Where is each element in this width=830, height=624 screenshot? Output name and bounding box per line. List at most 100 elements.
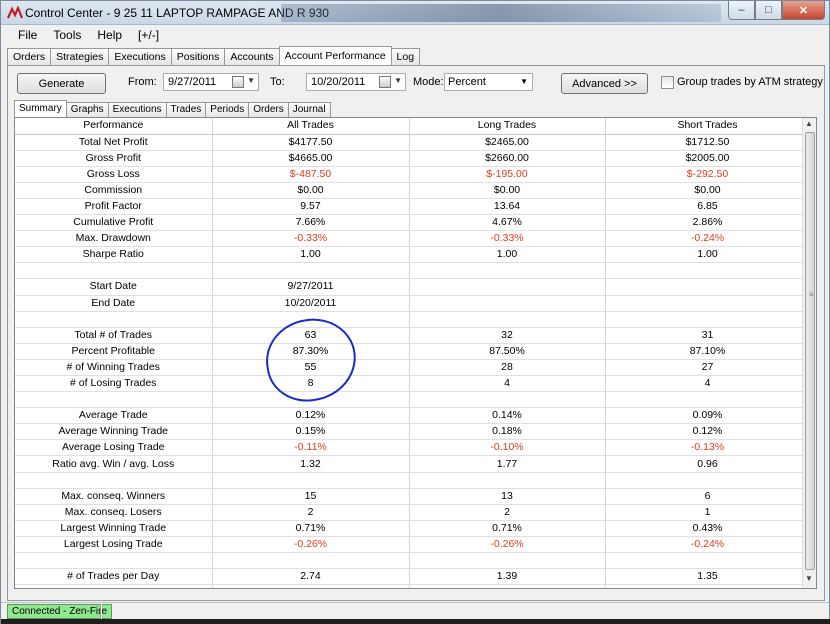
table-row[interactable]	[15, 472, 811, 489]
value-cell-long	[409, 262, 606, 280]
value-cell-long: 0.71%	[409, 520, 606, 537]
tab-accounts[interactable]: Accounts	[224, 48, 280, 65]
table-row[interactable]: Commission $0.00 $0.00 $0.00	[15, 182, 811, 199]
table-row[interactable]	[15, 584, 811, 588]
value-cell-long: 2	[409, 504, 606, 521]
value-cell-all: 2.74	[212, 568, 410, 586]
table-row[interactable]: # of Losing Trades 8 4 4	[15, 375, 811, 393]
calendar-icon[interactable]	[232, 76, 244, 88]
row-label-cell: Commission	[15, 182, 213, 199]
table-row[interactable]: Gross Profit $4665.00 $2660.00 $2005.00	[15, 150, 811, 167]
value-cell-all: 8	[212, 375, 410, 393]
table-row[interactable]: Profit Factor 9.57 13.64 6.85	[15, 198, 811, 216]
tab-log[interactable]: Log	[390, 48, 421, 65]
table-row[interactable]: Average Winning Trade 0.15% 0.18% 0.12%	[15, 423, 811, 441]
value-cell-long	[409, 311, 606, 328]
value-cell-long: $-195.00	[409, 166, 606, 183]
header-performance[interactable]: Performance	[15, 118, 213, 135]
scrollbar-thumb[interactable]: ≡	[805, 132, 815, 570]
value-cell-long: 13	[409, 488, 606, 505]
table-row[interactable]: Average Trade 0.12% 0.14% 0.09%	[15, 407, 811, 425]
tab-orders[interactable]: Orders	[7, 48, 52, 65]
row-label-cell: Largest Winning Trade	[15, 520, 213, 537]
tab-trades[interactable]: Trades	[165, 102, 207, 117]
value-cell-short	[605, 472, 811, 489]
tab-periods[interactable]: Periods	[205, 102, 250, 117]
header-short-trades[interactable]: Short Trades	[605, 118, 811, 135]
value-cell-long	[409, 472, 606, 489]
group-trades-checkbox[interactable]	[661, 76, 674, 89]
table-row[interactable]: Percent Profitable 87.30% 87.50% 87.10%	[15, 343, 811, 360]
minimize-button[interactable]: ‒	[728, 1, 755, 20]
menu-help[interactable]: Help	[90, 25, 131, 45]
header-long-trades[interactable]: Long Trades	[409, 118, 606, 135]
table-row[interactable]: Largest Losing Trade -0.26% -0.26% -0.24%	[15, 536, 811, 554]
tab-graphs[interactable]: Graphs	[65, 102, 109, 117]
tab-journal[interactable]: Journal	[287, 102, 331, 117]
from-date-picker[interactable]: 9/27/2011 ▼	[163, 73, 259, 91]
table-row[interactable]: Sharpe Ratio 1.00 1.00 1.00	[15, 246, 811, 264]
calendar-icon[interactable]	[379, 76, 391, 88]
value-cell-all	[212, 552, 410, 570]
table-row[interactable]: Max. conseq. Losers 2 2 1	[15, 504, 811, 521]
title-bar[interactable]: Control Center - 9 25 11 LAPTOP RAMPAGE …	[1, 1, 829, 25]
value-cell-short: 4	[605, 375, 811, 393]
table-row[interactable]: # of Winning Trades 55 28 27	[15, 359, 811, 377]
table-row[interactable]: Largest Winning Trade 0.71% 0.71% 0.43%	[15, 520, 811, 537]
chevron-down-icon[interactable]: ▼	[247, 76, 255, 85]
table-row[interactable]: Gross Loss $-487.50 $-195.00 $-292.50	[15, 166, 811, 183]
maximize-button[interactable]: □	[755, 1, 782, 20]
table-row[interactable]: Total # of Trades 63 32 31	[15, 327, 811, 344]
performance-grid[interactable]: Performance All Trades Long Trades Short…	[14, 117, 817, 589]
value-cell-long: $2465.00	[409, 134, 606, 151]
tab-strategies[interactable]: Strategies	[50, 48, 110, 65]
vertical-scrollbar[interactable]: ▲ ≡ ▼	[802, 118, 816, 588]
generate-button[interactable]: Generate	[17, 73, 106, 94]
row-label-cell: Average Winning Trade	[15, 423, 213, 441]
table-row[interactable]: Cumulative Profit 7.66% 4.67% 2.86%	[15, 214, 811, 232]
table-row[interactable]: Max. conseq. Winners 15 13 6	[15, 488, 811, 505]
row-label-cell: Sharpe Ratio	[15, 246, 213, 264]
table-row[interactable]	[15, 311, 811, 328]
advanced-button[interactable]: Advanced >>	[561, 73, 648, 94]
table-row[interactable]: Total Net Profit $4177.50 $2465.00 $1712.50	[15, 134, 811, 151]
scroll-down-icon[interactable]: ▼	[805, 574, 813, 583]
value-cell-long: 1.39	[409, 568, 606, 586]
value-cell-all	[212, 311, 410, 328]
value-cell-short: 6.85	[605, 198, 811, 216]
tab-account-performance[interactable]: Account Performance	[278, 46, 392, 65]
value-cell-all	[212, 472, 410, 489]
header-all-trades[interactable]: All Trades	[212, 118, 410, 135]
row-label-cell: Gross Profit	[15, 150, 213, 167]
menu-expand-toggle[interactable]: [+/-]	[131, 25, 168, 45]
value-cell-long: -0.26%	[409, 536, 606, 554]
table-row[interactable]: End Date 10/20/2011	[15, 295, 811, 312]
table-row[interactable]	[15, 552, 811, 570]
tab-executions[interactable]: Executions	[107, 102, 167, 117]
menu-file[interactable]: File	[11, 25, 46, 45]
status-separator	[100, 604, 102, 619]
menu-tools[interactable]: Tools	[46, 25, 90, 45]
row-label-cell	[15, 472, 213, 489]
row-label-cell: Start Date	[15, 278, 213, 296]
table-row[interactable]: Start Date 9/27/2011	[15, 278, 811, 296]
table-row[interactable]: Max. Drawdown -0.33% -0.33% -0.24%	[15, 230, 811, 248]
tab-summary[interactable]: Summary	[14, 100, 67, 117]
scroll-up-icon[interactable]: ▲	[805, 119, 813, 128]
tab-executions[interactable]: Executions	[108, 48, 172, 65]
table-row[interactable]: Ratio avg. Win / avg. Loss 1.32 1.77 0.96	[15, 455, 811, 473]
to-date-picker[interactable]: 10/20/2011 ▼	[306, 73, 406, 91]
table-row[interactable]	[15, 391, 811, 409]
tab-positions[interactable]: Positions	[170, 48, 226, 65]
to-date-value: 10/20/2011	[311, 76, 366, 88]
table-row[interactable]: # of Trades per Day 2.74 1.39 1.35	[15, 568, 811, 586]
value-cell-short: $-292.50	[605, 166, 811, 183]
tab-orders[interactable]: Orders	[248, 102, 289, 117]
table-row[interactable]: Average Losing Trade -0.11% -0.10% -0.13%	[15, 439, 811, 457]
table-row[interactable]	[15, 262, 811, 280]
chevron-down-icon[interactable]: ▼	[394, 76, 402, 85]
value-cell-short: 0.43%	[605, 520, 811, 537]
mode-select[interactable]: Percent ▼	[444, 73, 533, 91]
table-header-row: Performance All Trades Long Trades Short…	[15, 118, 811, 135]
close-button[interactable]: ✕	[782, 1, 825, 20]
